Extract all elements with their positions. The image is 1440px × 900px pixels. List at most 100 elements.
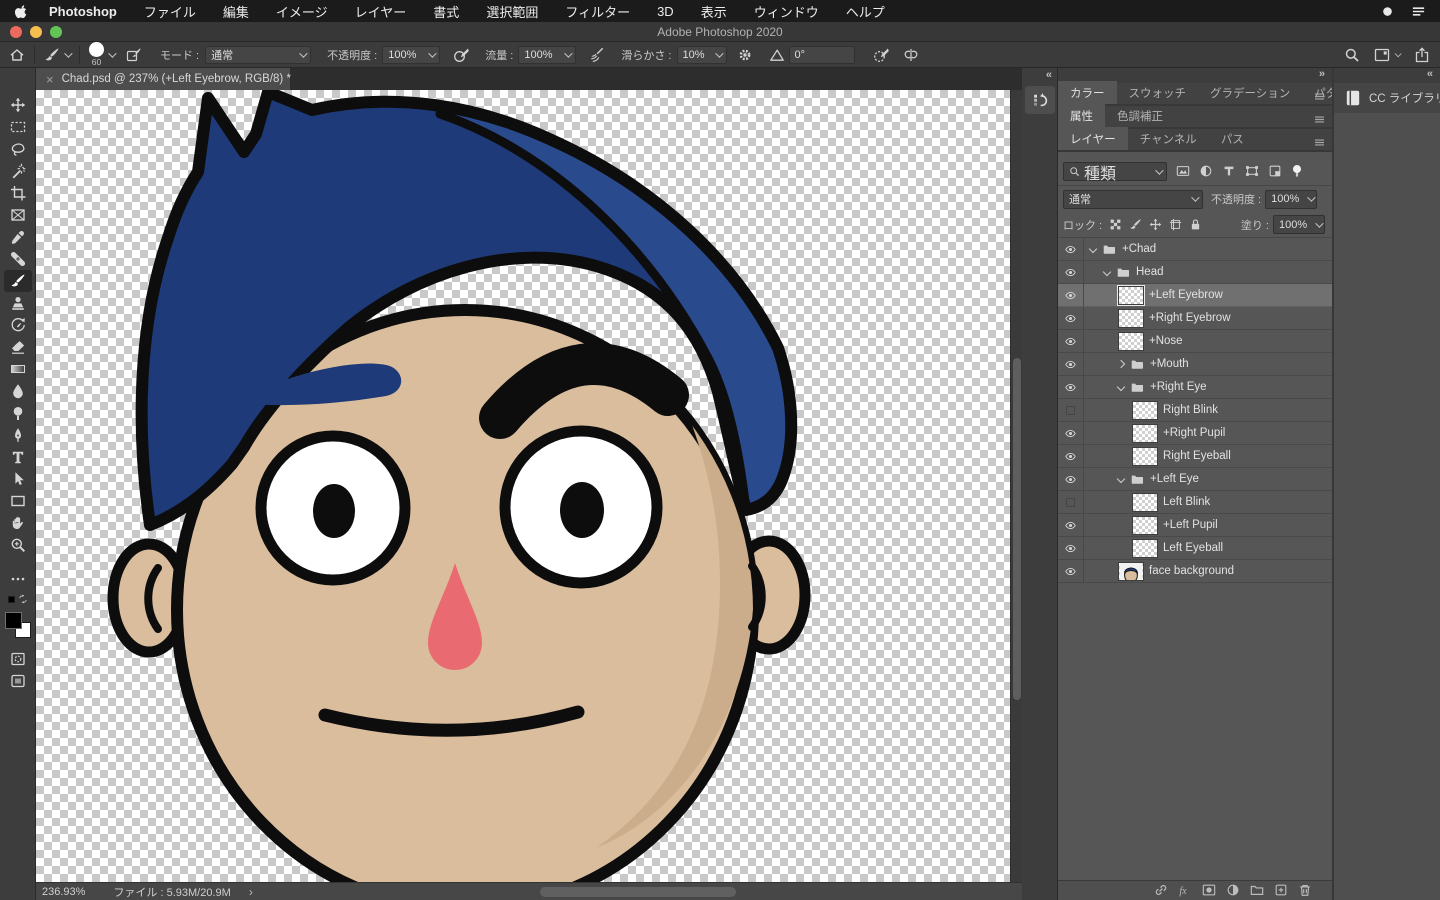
- layer-name[interactable]: +Right Pupil: [1163, 427, 1225, 439]
- menu-item-4[interactable]: レイヤー: [355, 2, 407, 21]
- home-screen-button[interactable]: [9, 47, 25, 63]
- layer-name[interactable]: Left Eyeball: [1163, 542, 1223, 554]
- vertical-scrollbar-thumb[interactable]: [1013, 358, 1021, 700]
- spot-healing-brush-tool[interactable]: [4, 248, 32, 270]
- workspace-switcher-button[interactable]: [1374, 47, 1400, 63]
- menu-item-11[interactable]: ヘルプ: [846, 2, 885, 21]
- smart-object-filter-icon[interactable]: [1268, 163, 1282, 181]
- layer-fill-select[interactable]: 100%: [1273, 215, 1325, 234]
- pressure-opacity-button[interactable]: [453, 47, 469, 63]
- quick-selection-tool[interactable]: [4, 160, 32, 182]
- zoom-level-field[interactable]: 236.93%: [42, 886, 85, 898]
- layer-thumbnail[interactable]: [1132, 401, 1158, 420]
- layer-thumbnail[interactable]: [1118, 332, 1144, 351]
- history-brush-tool[interactable]: [4, 314, 32, 336]
- layer-name[interactable]: +Nose: [1149, 335, 1183, 347]
- apple-menu-icon[interactable]: [14, 3, 29, 19]
- visibility-eye-icon[interactable]: [1058, 445, 1084, 467]
- layer-thumbnail[interactable]: [1118, 309, 1144, 328]
- document-tab[interactable]: × Chad.psd @ 237% (+Left Eyebrow, RGB/8)…: [36, 68, 290, 90]
- layer-thumbnail[interactable]: [1132, 539, 1158, 558]
- gradient-tool[interactable]: [4, 358, 32, 380]
- collapse-group-chevron-icon[interactable]: [1089, 245, 1097, 253]
- layer-thumbnail[interactable]: [1132, 516, 1158, 535]
- lock-transparency-icon[interactable]: [1109, 218, 1122, 231]
- menu-item-6[interactable]: 選択範囲: [486, 2, 538, 21]
- menu-item-5[interactable]: 書式: [433, 2, 459, 21]
- tab-cc-libraries[interactable]: CC ライブラリ: [1334, 83, 1440, 113]
- layer-opacity-select[interactable]: 100%: [1265, 190, 1317, 209]
- layer-filtering-toggle[interactable]: [1290, 163, 1304, 181]
- close-tab-icon[interactable]: ×: [46, 72, 54, 87]
- layer-thumbnail[interactable]: [1118, 562, 1144, 581]
- symmetry-butterfly-button[interactable]: [903, 47, 919, 63]
- panel-menu-icon[interactable]: [1313, 134, 1326, 152]
- lock-paint-icon[interactable]: [1129, 218, 1142, 231]
- tab-color-group-2[interactable]: グラデーション: [1198, 81, 1302, 104]
- foreground-color-swatch[interactable]: [5, 612, 22, 629]
- layer-row[interactable]: Right Blink: [1058, 399, 1332, 422]
- menu-item-8[interactable]: 3D: [657, 4, 674, 19]
- expand-dock-chevron-icon[interactable]: «: [1046, 69, 1051, 81]
- new-group-icon[interactable]: [1250, 882, 1264, 900]
- quick-mask-button[interactable]: [4, 648, 32, 670]
- screen-record-status-icon[interactable]: [1380, 3, 1395, 19]
- move-tool[interactable]: [4, 94, 32, 116]
- collapse-group-chevron-icon[interactable]: [1103, 268, 1111, 276]
- layer-row[interactable]: Head: [1058, 261, 1332, 284]
- pen-tool[interactable]: [4, 424, 32, 446]
- layer-row[interactable]: +Right Eyebrow: [1058, 307, 1332, 330]
- lock-all-icon[interactable]: [1189, 218, 1202, 231]
- toggle-brush-settings-button[interactable]: [126, 47, 142, 63]
- layer-name[interactable]: +Left Eyebrow: [1149, 289, 1223, 301]
- layer-row[interactable]: +Left Pupil: [1058, 514, 1332, 537]
- layer-name[interactable]: +Left Eye: [1150, 473, 1199, 485]
- foreground-background-swatches[interactable]: [5, 612, 31, 638]
- tab-layers-group-1[interactable]: チャンネル: [1128, 127, 1209, 150]
- layer-blend-mode-select[interactable]: 通常: [1063, 190, 1203, 209]
- crop-tool[interactable]: [4, 182, 32, 204]
- lasso-tool[interactable]: [4, 138, 32, 160]
- collapse-group-chevron-icon[interactable]: [1117, 383, 1125, 391]
- lock-position-icon[interactable]: [1149, 218, 1162, 231]
- clone-stamp-tool[interactable]: [4, 292, 32, 314]
- layer-name[interactable]: +Mouth: [1150, 358, 1189, 370]
- visibility-eye-icon[interactable]: [1058, 307, 1084, 329]
- layer-row[interactable]: +Chad: [1058, 238, 1332, 261]
- dodge-tool[interactable]: [4, 402, 32, 424]
- tab-layers-group-0[interactable]: レイヤー: [1058, 127, 1128, 150]
- visibility-eye-icon[interactable]: [1058, 376, 1084, 398]
- flow-select[interactable]: 100%: [518, 46, 576, 64]
- layer-name[interactable]: +Chad: [1122, 243, 1156, 255]
- status-options-chevron-icon[interactable]: ›: [249, 885, 253, 899]
- tool-preset-picker[interactable]: [44, 47, 70, 63]
- layer-name[interactable]: +Right Eye: [1150, 381, 1207, 393]
- collapse-dock-chevron-icon[interactable]: »: [1319, 68, 1324, 80]
- add-layer-mask-icon[interactable]: [1202, 882, 1216, 900]
- visibility-eye-icon[interactable]: [1058, 514, 1084, 536]
- visibility-eye-icon[interactable]: [1058, 330, 1084, 352]
- tab-properties-group-1[interactable]: 色調補正: [1105, 104, 1175, 127]
- layer-row[interactable]: +Right Pupil: [1058, 422, 1332, 445]
- visibility-hidden-box[interactable]: [1058, 399, 1084, 421]
- blur-tool[interactable]: [4, 380, 32, 402]
- frame-tool[interactable]: [4, 204, 32, 226]
- eraser-tool[interactable]: [4, 336, 32, 358]
- layer-name[interactable]: Head: [1136, 266, 1164, 278]
- new-adjustment-layer-icon[interactable]: [1226, 882, 1240, 900]
- opacity-select[interactable]: 100%: [382, 46, 440, 64]
- pixel-layer-filter-icon[interactable]: [1176, 163, 1190, 181]
- layer-row[interactable]: +Left Eyebrow: [1058, 284, 1332, 307]
- search-icon[interactable]: [1344, 47, 1360, 63]
- collapse-dock-chevron-icon[interactable]: «: [1427, 68, 1432, 80]
- menu-item-7[interactable]: フィルター: [565, 2, 630, 21]
- visibility-hidden-box[interactable]: [1058, 491, 1084, 513]
- pressure-size-button[interactable]: [873, 47, 889, 63]
- delete-layer-icon[interactable]: [1298, 882, 1312, 900]
- brush-preset-picker[interactable]: 60: [89, 42, 114, 67]
- layer-row[interactable]: +Right Eye: [1058, 376, 1332, 399]
- screen-mode-button[interactable]: [4, 670, 32, 692]
- menu-item-3[interactable]: イメージ: [276, 2, 328, 21]
- expand-group-chevron-icon[interactable]: [1117, 360, 1125, 368]
- menu-item-10[interactable]: ウィンドウ: [754, 2, 819, 21]
